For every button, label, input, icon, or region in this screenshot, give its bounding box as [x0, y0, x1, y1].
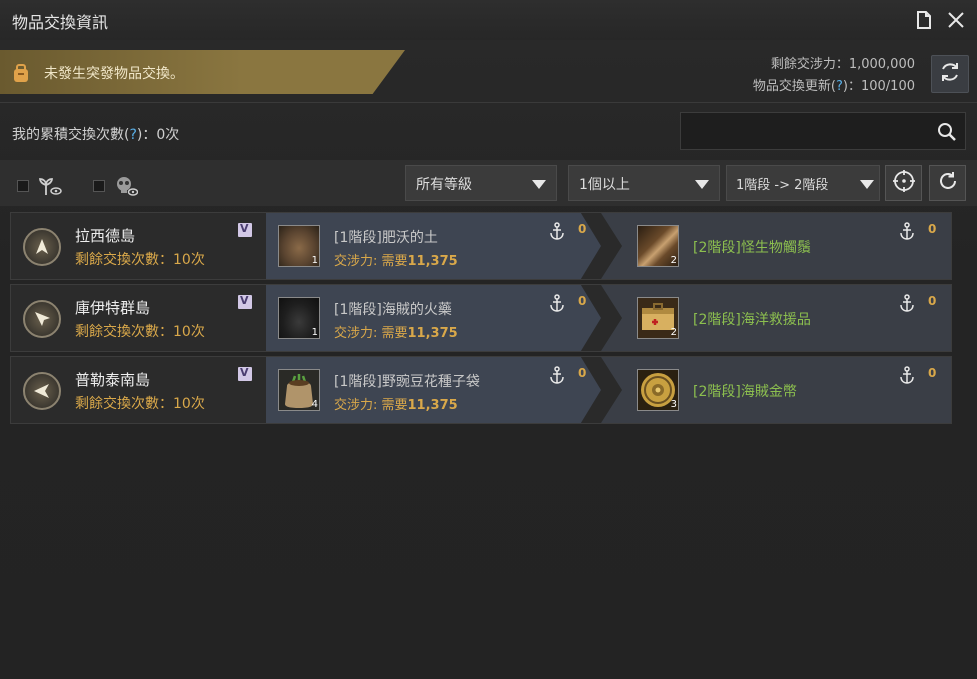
pirate-gunpowder-item-icon[interactable]: 1 [278, 297, 320, 339]
count-dropdown-value: 1個以上 [579, 177, 630, 193]
anchor-icon [899, 294, 915, 312]
close-icon[interactable] [946, 10, 966, 30]
give-quantity: 4 [311, 399, 318, 410]
get-owned-count: 0 [928, 294, 937, 308]
exchange-row[interactable]: 拉西德島 剩餘交換次數：10次 V 1 [1階段]肥沃的土 交涉力: 需要11,… [10, 212, 952, 280]
exchange-row[interactable]: 庫伊特群島 剩餘交換次數：10次 V 1 [1階段]海賊的火藥 交涉力: 需要1… [10, 284, 952, 352]
cumulative-help-link[interactable]: ? [129, 127, 136, 143]
island-cell: 庫伊特群島 剩餘交換次數：10次 V [11, 285, 266, 351]
refresh-count-value: 100/100 [860, 79, 915, 94]
get-owned-count: 0 [928, 366, 937, 380]
alert-text: 未發生突發物品交換。 [44, 66, 184, 82]
give-item-name: [1階段]野豌豆花種子袋 [334, 374, 480, 390]
island-name: 拉西德島 [75, 227, 136, 245]
island-name: 普勒泰南島 [75, 371, 151, 389]
compass-arrow-icon[interactable] [23, 372, 61, 410]
anchor-icon [549, 366, 565, 384]
sprout-eye-icon [38, 175, 62, 197]
remaining-power-label: 剩餘交涉力： [770, 57, 849, 72]
give-item-name: [1階段]肥沃的土 [334, 230, 438, 246]
divider [0, 102, 977, 103]
cost-label: 交涉力: 需要 [334, 398, 408, 413]
grade-dropdown-value: 所有等級 [416, 177, 472, 193]
locate-button[interactable] [885, 165, 922, 201]
filter-checkbox-2[interactable] [93, 180, 105, 192]
remaining-exchanges: 剩餘交換次數：10次 [75, 252, 205, 268]
document-icon[interactable] [914, 10, 934, 30]
exchange-row[interactable]: 普勒泰南島 剩餘交換次數：10次 V 4 [1階段]野豌豆花種子袋 交涉力: 需… [10, 356, 952, 424]
give-item-cost: 交涉力: 需要11,375 [334, 394, 458, 413]
ocean-rescue-kit-item-icon[interactable]: 2 [637, 297, 679, 339]
chevron-down-icon [860, 180, 874, 189]
expand-badge[interactable]: V [238, 222, 252, 237]
count-dropdown[interactable]: 1個以上 [568, 165, 720, 201]
skull-eye-icon [114, 175, 139, 197]
refresh-icon [937, 170, 959, 196]
chevron-down-icon [695, 180, 709, 189]
island-cell: 普勒泰南島 剩餘交換次數：10次 V [11, 357, 266, 423]
seed-bag-item-icon[interactable]: 4 [278, 369, 320, 411]
give-item-cost: 交涉力: 需要11,375 [334, 322, 458, 341]
tier-dropdown[interactable]: 1階段 -> 2階段 [726, 165, 880, 201]
cumulative-value: )：0次 [136, 127, 180, 143]
remaining-exchanges: 剩餘交換次數：10次 [75, 396, 205, 412]
fertile-soil-item-icon[interactable]: 1 [278, 225, 320, 267]
compass-arrow-icon[interactable] [23, 228, 61, 266]
anchor-icon [899, 222, 915, 240]
give-owned-count: 0 [578, 366, 587, 380]
compass-arrow-icon[interactable] [23, 300, 61, 338]
target-icon [892, 169, 916, 197]
tier-dropdown-value: 1階段 -> 2階段 [736, 178, 829, 193]
get-item-name: [2階段]怪生物觸鬚 [693, 240, 811, 256]
cost-value: 11,375 [407, 254, 458, 269]
give-quantity: 1 [311, 255, 318, 266]
exchange-stats: 剩餘交涉力：1,000,000 物品交換更新(?)：100/100 [753, 54, 915, 98]
window-title: 物品交換資訊 [12, 13, 109, 32]
get-owned-count: 0 [928, 222, 937, 236]
give-quantity: 1 [311, 327, 318, 338]
refresh-exchange-button[interactable] [931, 55, 969, 93]
give-owned-count: 0 [578, 222, 587, 236]
get-quantity: 2 [670, 327, 677, 338]
remaining-power-value: 1,000,000 [848, 57, 915, 72]
remaining-exchanges: 剩餘交換次數：10次 [75, 324, 205, 340]
cost-label: 交涉力: 需要 [334, 254, 408, 269]
island-cell: 拉西德島 剩餘交換次數：10次 V [11, 213, 266, 279]
refresh-label: 物品交換更新( [752, 79, 836, 94]
anchor-icon [899, 366, 915, 384]
refresh-help-link[interactable]: ? [836, 79, 843, 94]
cumulative-exchange-count: 我的累積交換次數(?)：0次 [12, 124, 179, 144]
title-bar: 物品交換資訊 [0, 0, 977, 40]
refresh-label-suffix: )： [842, 79, 861, 94]
monster-tentacle-item-icon[interactable]: 2 [637, 225, 679, 267]
get-quantity: 3 [670, 399, 677, 410]
get-item-name: [2階段]海賊金幣 [693, 384, 797, 400]
give-item-cost: 交涉力: 需要11,375 [334, 250, 458, 269]
reset-filter-button[interactable] [929, 165, 966, 201]
cumulative-label: 我的累積交換次數( [12, 127, 130, 143]
cost-value: 11,375 [407, 326, 458, 341]
chevron-down-icon [532, 180, 546, 189]
filter-checkbox-1[interactable] [17, 180, 29, 192]
search-input[interactable] [680, 112, 966, 150]
search-icon[interactable] [937, 122, 957, 142]
give-owned-count: 0 [578, 294, 587, 308]
cost-value: 11,375 [407, 398, 458, 413]
island-name: 庫伊特群島 [75, 299, 151, 317]
give-item-name: [1階段]海賊的火藥 [334, 302, 452, 318]
item-exchange-window: 物品交換資訊 未發生突發物品交換。 剩餘交涉力：1,000,000 物品交換更新… [0, 0, 977, 679]
grade-dropdown[interactable]: 所有等級 [405, 165, 557, 201]
get-item-name: [2階段]海洋救援品 [693, 312, 811, 328]
refresh-icon [938, 60, 962, 88]
anchor-icon [549, 222, 565, 240]
cost-label: 交涉力: 需要 [334, 326, 408, 341]
expand-badge[interactable]: V [238, 294, 252, 309]
get-quantity: 2 [670, 255, 677, 266]
bag-icon [10, 62, 32, 84]
expand-badge[interactable]: V [238, 366, 252, 381]
pirate-gold-coin-item-icon[interactable]: 3 [637, 369, 679, 411]
anchor-icon [549, 294, 565, 312]
